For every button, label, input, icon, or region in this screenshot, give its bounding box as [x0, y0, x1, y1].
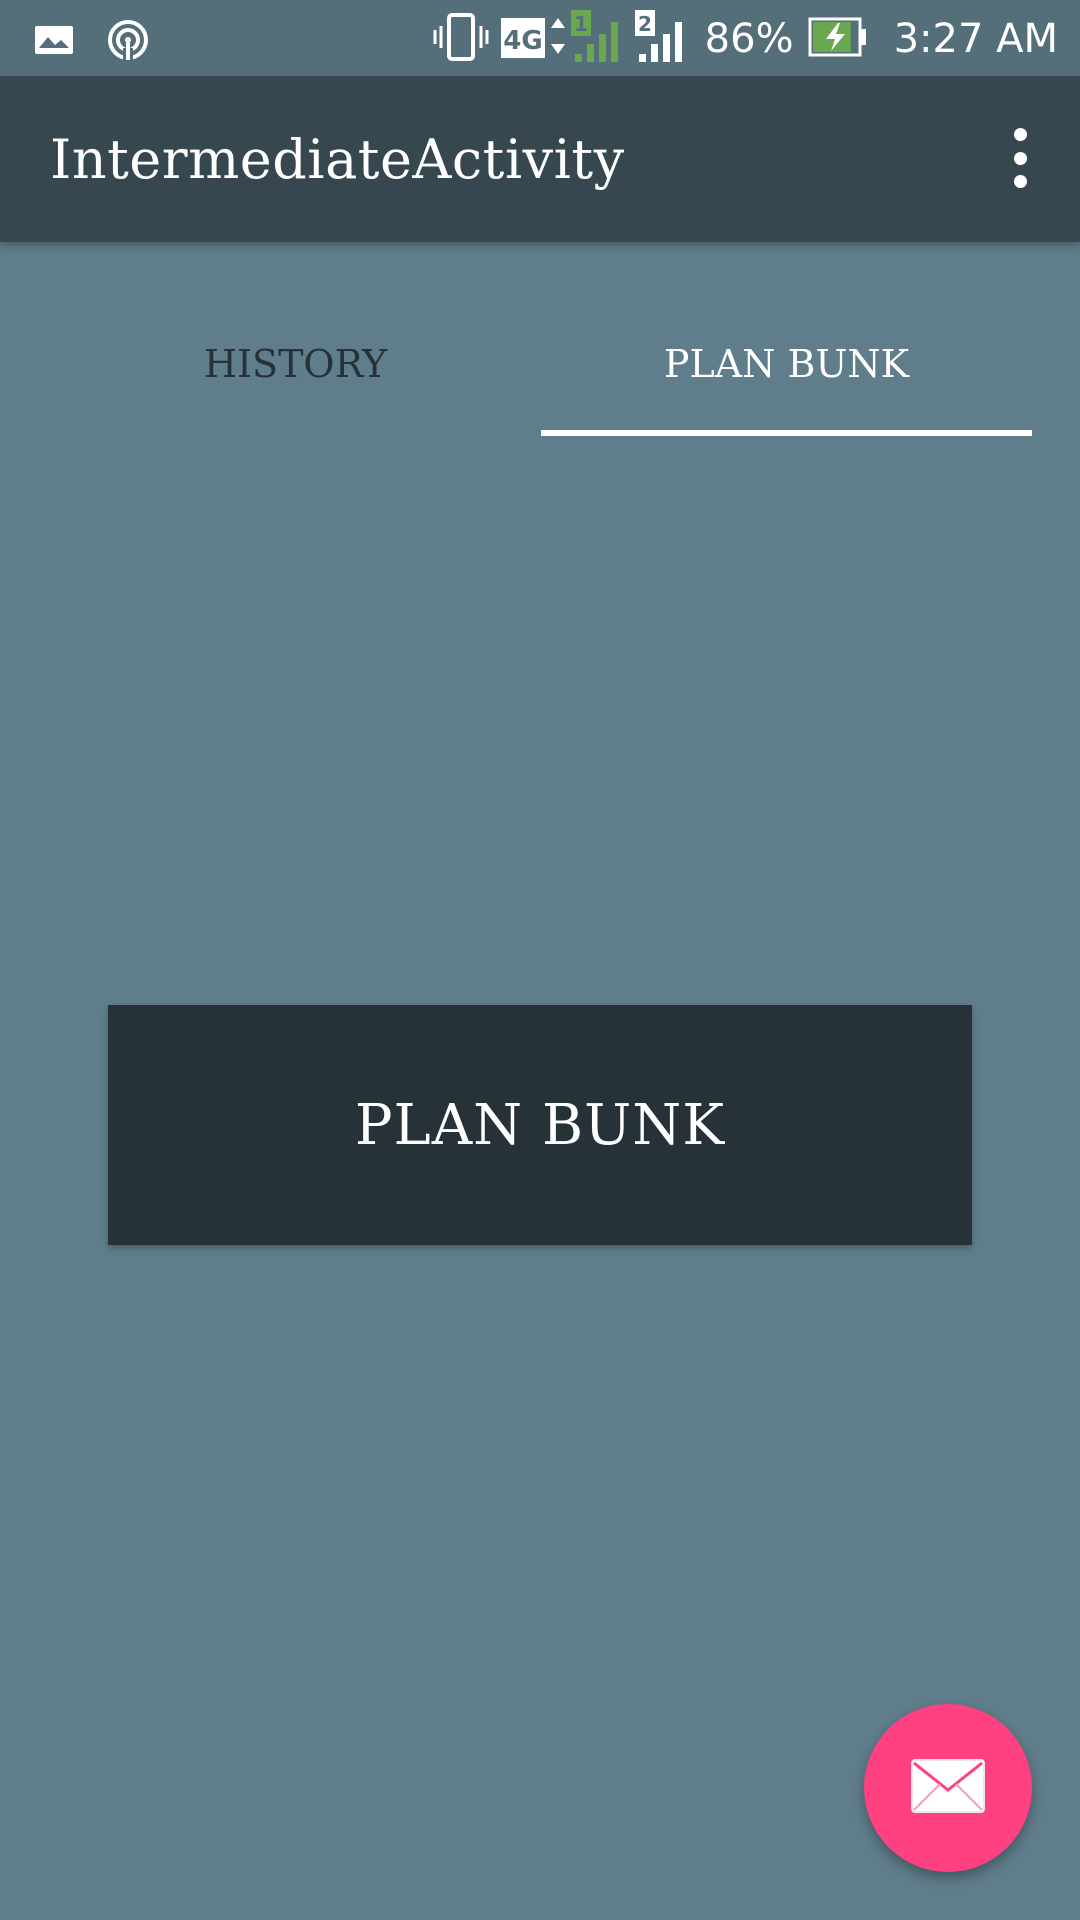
status-time: 3:27 AM — [893, 16, 1058, 62]
plan-bunk-button[interactable]: PLAN BUNK — [108, 1005, 972, 1245]
svg-text:1: 1 — [574, 12, 588, 36]
network-4g-icon: 4G — [500, 12, 571, 66]
fab-mail-button[interactable] — [864, 1704, 1032, 1872]
menu-dot — [1013, 175, 1027, 188]
tab-history[interactable]: HISTORY — [50, 300, 541, 436]
menu-dot — [1013, 151, 1027, 165]
battery-charging-icon — [808, 17, 868, 61]
status-left-icons — [34, 18, 150, 66]
battery-percent: 86% — [704, 16, 794, 62]
tab-selected-indicator — [541, 430, 1032, 436]
app-bar: IntermediateActivity — [0, 76, 1080, 242]
gallery-icon — [34, 24, 74, 60]
svg-text:2: 2 — [638, 12, 652, 36]
status-bar: 4G 1 2 86% 3:27 AM — [0, 0, 1080, 76]
app-title: IntermediateActivity — [50, 128, 625, 191]
more-vert-icon[interactable] — [1000, 128, 1040, 188]
status-right-icons: 4G 1 2 86% 3:27 AM — [433, 10, 1058, 68]
tab-plan-bunk[interactable]: PLAN BUNK — [541, 300, 1032, 436]
signal-sim1-icon: 1 — [570, 10, 627, 68]
mail-icon — [910, 1758, 986, 1818]
svg-text:4G: 4G — [503, 26, 542, 56]
hotspot-icon — [106, 18, 150, 66]
vibrate-icon — [433, 12, 489, 66]
menu-dot — [1013, 128, 1027, 141]
tab-bar: HISTORY PLAN BUNK — [50, 300, 1032, 436]
signal-sim2-icon: 2 — [634, 10, 691, 68]
